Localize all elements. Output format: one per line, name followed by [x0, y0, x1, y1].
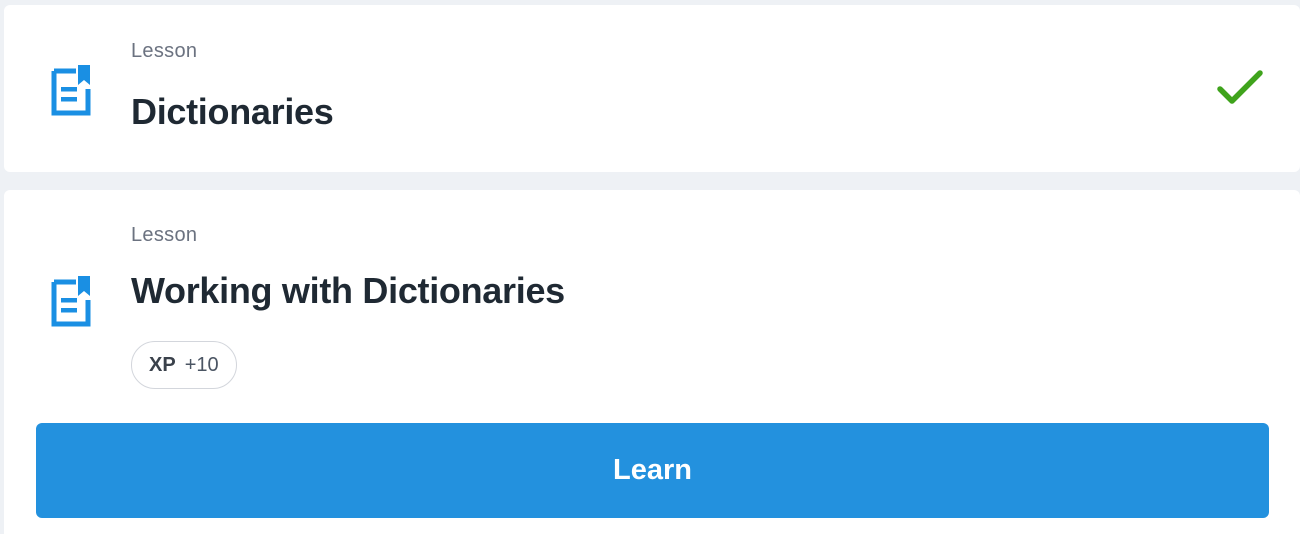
lesson-document-icon [51, 276, 91, 327]
lesson-card-dictionaries[interactable]: Lesson Dictionaries [4, 5, 1300, 172]
lesson-title[interactable]: Dictionaries [131, 91, 334, 133]
lesson-kind-label: Lesson [131, 40, 198, 62]
xp-value: +10 [184, 353, 219, 376]
lesson-document-icon [51, 65, 91, 116]
xp-label: XP [149, 353, 176, 376]
lesson-card-working-with-dictionaries: Lesson Working with Dictionaries XP +10 … [4, 190, 1300, 534]
learn-button[interactable]: Learn [36, 423, 1269, 518]
xp-badge: XP +10 [131, 341, 237, 389]
checkmark-icon [1217, 70, 1263, 104]
lesson-title[interactable]: Working with Dictionaries [131, 270, 565, 312]
lesson-kind-label: Lesson [131, 224, 198, 246]
